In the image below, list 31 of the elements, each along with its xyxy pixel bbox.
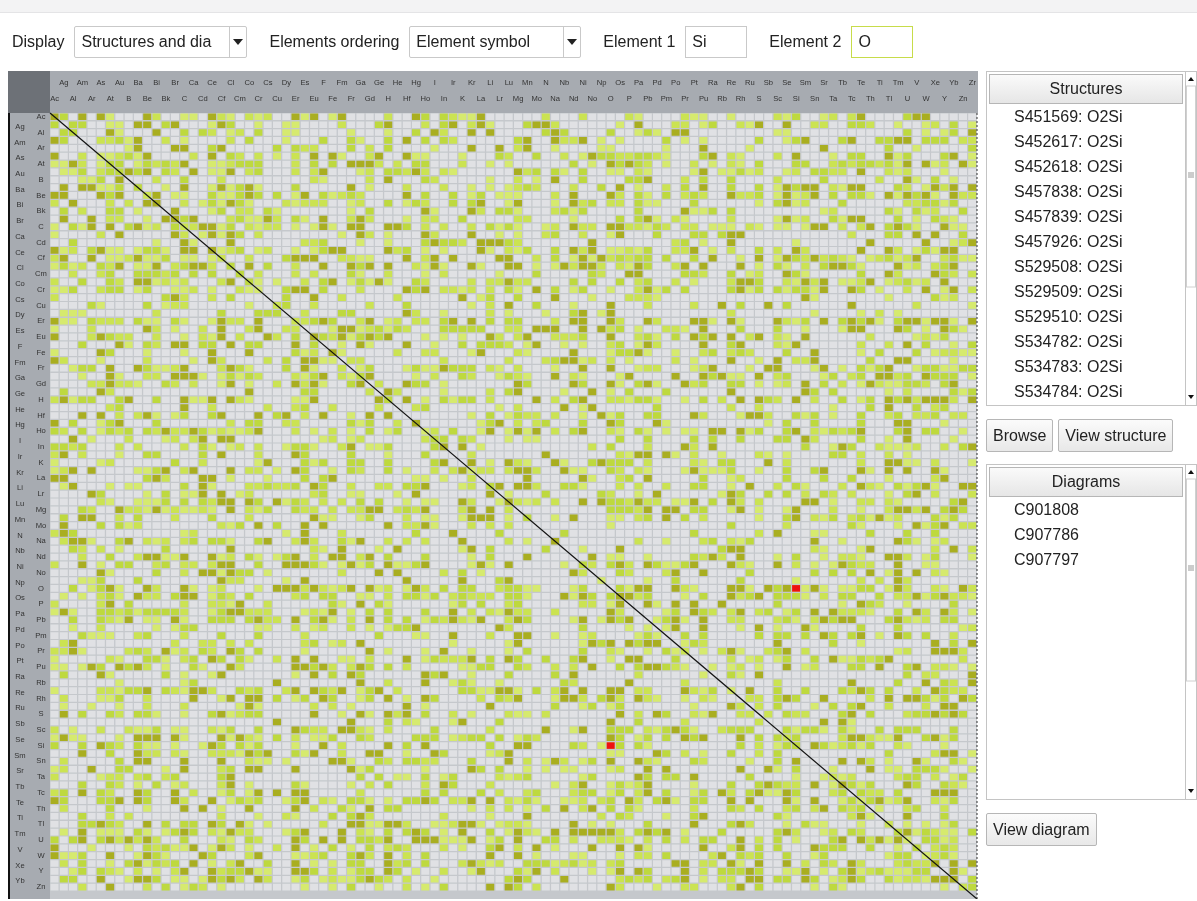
dropdown[interactable]: Structures and dia [74,26,248,58]
action-button[interactable]: View structure [1058,419,1174,452]
dropdown[interactable]: Element symbol [409,26,582,58]
list-item[interactable]: C907786 [989,522,1183,547]
list-item[interactable]: S534783: O2Si [989,354,1183,379]
list-item[interactable]: S529510: O2Si [989,304,1183,329]
caret-icon [567,39,578,45]
column-header[interactable]: Structures [989,74,1183,104]
list-item[interactable]: S457926: O2Si [989,229,1183,254]
list-item[interactable]: C901808 [989,497,1183,522]
field-label: Elements ordering [269,33,400,51]
input-field[interactable]: O [851,26,914,58]
caret-icon [233,39,244,45]
list-item[interactable]: C907797 [989,547,1183,572]
list-item[interactable]: S457838: O2Si [989,179,1183,204]
list-item[interactable]: S534784: O2Si [989,379,1183,404]
list-item[interactable]: S529508: O2Si [989,254,1183,279]
action-button[interactable]: View diagram [986,813,1097,846]
field-label: Element 2 [769,33,842,51]
list-item[interactable]: S534782: O2Si [989,329,1183,354]
list-item[interactable]: S451569: O2Si [989,104,1183,129]
list-item[interactable]: S452617: O2Si [989,129,1183,154]
list-item[interactable]: S452618: O2Si [989,154,1183,179]
action-button[interactable]: Browse [986,419,1054,452]
column-header[interactable]: Diagrams [989,467,1183,497]
corner-block [8,71,50,113]
list-item[interactable]: S529509: O2Si [989,279,1183,304]
field-label: Element 1 [603,33,676,51]
input-field[interactable]: Si [685,26,748,58]
list-item[interactable]: S457839: O2Si [989,204,1183,229]
field-label: Display [12,33,65,51]
